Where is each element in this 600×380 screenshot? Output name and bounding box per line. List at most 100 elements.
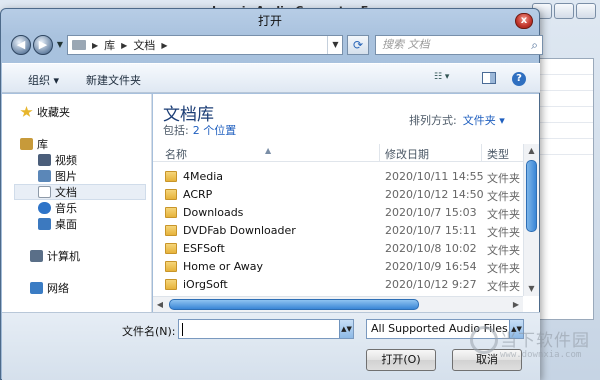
toolbar: 组织 ▾ 新建文件夹 ☷ ▾ ? bbox=[2, 63, 540, 93]
list-item[interactable]: iOrgSoft 2020/10/12 9:27 文件夹 bbox=[153, 276, 523, 294]
folder-icon bbox=[165, 261, 177, 272]
new-folder-button[interactable]: 新建文件夹 bbox=[86, 72, 141, 88]
list-item[interactable]: Downloads 2020/10/7 15:03 文件夹 bbox=[153, 204, 523, 222]
list-item[interactable]: ACRP 2020/10/12 14:50 文件夹 bbox=[153, 186, 523, 204]
folder-icon bbox=[165, 171, 177, 182]
breadcrumb-separator-icon[interactable]: ▶ bbox=[121, 41, 127, 50]
maximize-button[interactable] bbox=[554, 3, 574, 19]
folder-icon bbox=[165, 207, 177, 218]
search-input[interactable]: 搜索 文档 ⌕ bbox=[375, 35, 543, 55]
sort-ascending-icon: ▲ bbox=[265, 146, 272, 155]
search-placeholder: 搜索 文档 bbox=[382, 38, 430, 51]
address-dropdown-icon[interactable]: ▼ bbox=[327, 36, 343, 54]
sidebar-item-label: 文档 bbox=[55, 186, 77, 199]
dialog-title: 打开 bbox=[257, 14, 282, 28]
file-name: iOrgSoft bbox=[183, 278, 228, 291]
list-item[interactable]: DVDFab Downloader 2020/10/7 15:11 文件夹 bbox=[153, 222, 523, 240]
search-icon[interactable]: ⌕ bbox=[531, 36, 538, 54]
sidebar-item-music[interactable]: 音乐 bbox=[38, 200, 148, 216]
sidebar-item-favorites[interactable]: 收藏夹 bbox=[20, 104, 140, 120]
scroll-left-icon[interactable]: ◀ bbox=[153, 297, 167, 312]
horizontal-scrollbar[interactable]: ◀ ▶ bbox=[153, 296, 523, 312]
filename-label: 文件名(N): bbox=[122, 325, 176, 338]
scroll-down-icon[interactable]: ▼ bbox=[524, 282, 539, 296]
sidebar-item-label: 音乐 bbox=[55, 202, 77, 215]
navigation-pane: 收藏夹 库 视频 图片 文档 音乐 桌面 计算机 网络 bbox=[2, 94, 152, 312]
column-name[interactable]: 名称 bbox=[165, 146, 187, 162]
file-name: Home or Away bbox=[183, 260, 264, 273]
breadcrumb-separator-icon[interactable]: ▶ bbox=[161, 41, 167, 50]
scroll-right-icon[interactable]: ▶ bbox=[509, 297, 523, 312]
sidebar-item-label: 桌面 bbox=[55, 218, 77, 231]
open-file-dialog: 打开 x ◀ ▶ ▼ ▶ 库 ▶ 文档 ▶ ▼ ⟳ 搜索 文档 ⌕ 组织 ▾ 新… bbox=[0, 8, 543, 380]
sidebar-item-label: 库 bbox=[37, 138, 48, 151]
locations-link[interactable]: 2 个位置 bbox=[193, 124, 237, 137]
list-item[interactable]: Home or Away 2020/10/9 16:54 文件夹 bbox=[153, 258, 523, 276]
music-icon bbox=[38, 202, 51, 214]
sidebar-item-computer[interactable]: 计算机 bbox=[30, 248, 148, 264]
background-close-button[interactable] bbox=[576, 3, 596, 19]
file-type: 文件夹 bbox=[487, 262, 520, 275]
star-icon bbox=[20, 106, 33, 117]
library-icon bbox=[20, 138, 33, 150]
vertical-scrollbar[interactable]: ▲ ▼ bbox=[523, 144, 539, 296]
folder-icon bbox=[165, 225, 177, 236]
back-button[interactable]: ◀ bbox=[11, 35, 31, 55]
computer-icon bbox=[30, 250, 43, 262]
file-name: ACRP bbox=[183, 188, 213, 201]
filename-dropdown-icon[interactable]: ▲▼ bbox=[339, 320, 353, 338]
preview-pane-icon[interactable] bbox=[482, 72, 496, 84]
sidebar-item-documents[interactable]: 文档 bbox=[14, 184, 146, 200]
scroll-up-icon[interactable]: ▲ bbox=[524, 144, 539, 158]
arrange-by: 排列方式: 文件夹 ▾ bbox=[409, 112, 505, 128]
history-dropdown-icon[interactable]: ▼ bbox=[55, 41, 65, 49]
breadcrumb-documents[interactable]: 文档 bbox=[133, 37, 155, 53]
file-type: 文件夹 bbox=[487, 226, 520, 239]
file-date: 2020/10/11 14:55 bbox=[385, 170, 484, 183]
column-header: ▲ 名称 修改日期 类型 bbox=[153, 144, 523, 162]
open-button[interactable]: 打开(O) bbox=[366, 349, 436, 371]
organize-button[interactable]: 组织 ▾ bbox=[28, 72, 59, 88]
arrange-label: 排列方式: bbox=[409, 114, 457, 127]
dialog-close-button[interactable]: x bbox=[515, 13, 533, 29]
documents-icon bbox=[38, 186, 51, 198]
network-icon bbox=[30, 282, 43, 294]
sidebar-item-label: 图片 bbox=[55, 170, 77, 183]
address-bar[interactable]: ▶ 库 ▶ 文档 ▶ bbox=[67, 35, 343, 55]
desktop-icon bbox=[38, 218, 51, 230]
vertical-scroll-thumb[interactable] bbox=[526, 160, 537, 232]
sidebar-item-label: 收藏夹 bbox=[37, 106, 70, 119]
file-date: 2020/10/7 15:03 bbox=[385, 206, 477, 219]
file-date: 2020/10/9 16:54 bbox=[385, 260, 477, 273]
sidebar-item-desktop[interactable]: 桌面 bbox=[38, 216, 148, 232]
file-date: 2020/10/7 15:11 bbox=[385, 224, 477, 237]
horizontal-scroll-thumb[interactable] bbox=[169, 299, 419, 310]
site-watermark: 当下软件园 www.downxia.com bbox=[470, 322, 596, 374]
sidebar-item-library[interactable]: 库 bbox=[20, 136, 140, 152]
sidebar-item-network[interactable]: 网络 bbox=[30, 280, 148, 296]
file-name: ESFSoft bbox=[183, 242, 225, 255]
list-item[interactable]: 4Media 2020/10/11 14:55 文件夹 bbox=[153, 168, 523, 186]
forward-button[interactable]: ▶ bbox=[33, 35, 53, 55]
breadcrumb-separator-icon[interactable]: ▶ bbox=[92, 41, 98, 50]
list-item[interactable]: ESFSoft 2020/10/8 10:02 文件夹 bbox=[153, 240, 523, 258]
folder-icon bbox=[165, 189, 177, 200]
arrange-by-dropdown[interactable]: 文件夹 ▾ bbox=[463, 114, 505, 127]
dialog-footer: 文件名(N): ▲▼ All Supported Audio Files ▲▼ … bbox=[2, 312, 540, 380]
column-date-modified[interactable]: 修改日期 bbox=[385, 146, 429, 162]
sidebar-item-videos[interactable]: 视频 bbox=[38, 152, 148, 168]
column-type[interactable]: 类型 bbox=[487, 146, 509, 162]
watermark-text: 当下软件园 bbox=[500, 331, 590, 351]
breadcrumb-library[interactable]: 库 bbox=[104, 37, 115, 53]
background-list-panel bbox=[534, 58, 594, 320]
help-icon[interactable]: ? bbox=[512, 72, 526, 86]
refresh-icon[interactable]: ⟳ bbox=[347, 35, 369, 55]
filename-input[interactable]: ▲▼ bbox=[178, 319, 354, 339]
sidebar-item-pictures[interactable]: 图片 bbox=[38, 168, 148, 184]
views-icon[interactable]: ☷ ▾ bbox=[434, 72, 464, 86]
folder-icon bbox=[72, 40, 86, 50]
navigation-bar: ◀ ▶ ▼ ▶ 库 ▶ 文档 ▶ ▼ ⟳ 搜索 文档 ⌕ bbox=[11, 33, 543, 57]
file-list-pane: 文档库 包括: 2 个位置 排列方式: 文件夹 ▾ ▲ 名称 修改日期 类型 4Me… bbox=[153, 94, 539, 312]
library-includes: 包括: 2 个位置 bbox=[163, 122, 236, 138]
file-date: 2020/10/12 14:50 bbox=[385, 188, 484, 201]
